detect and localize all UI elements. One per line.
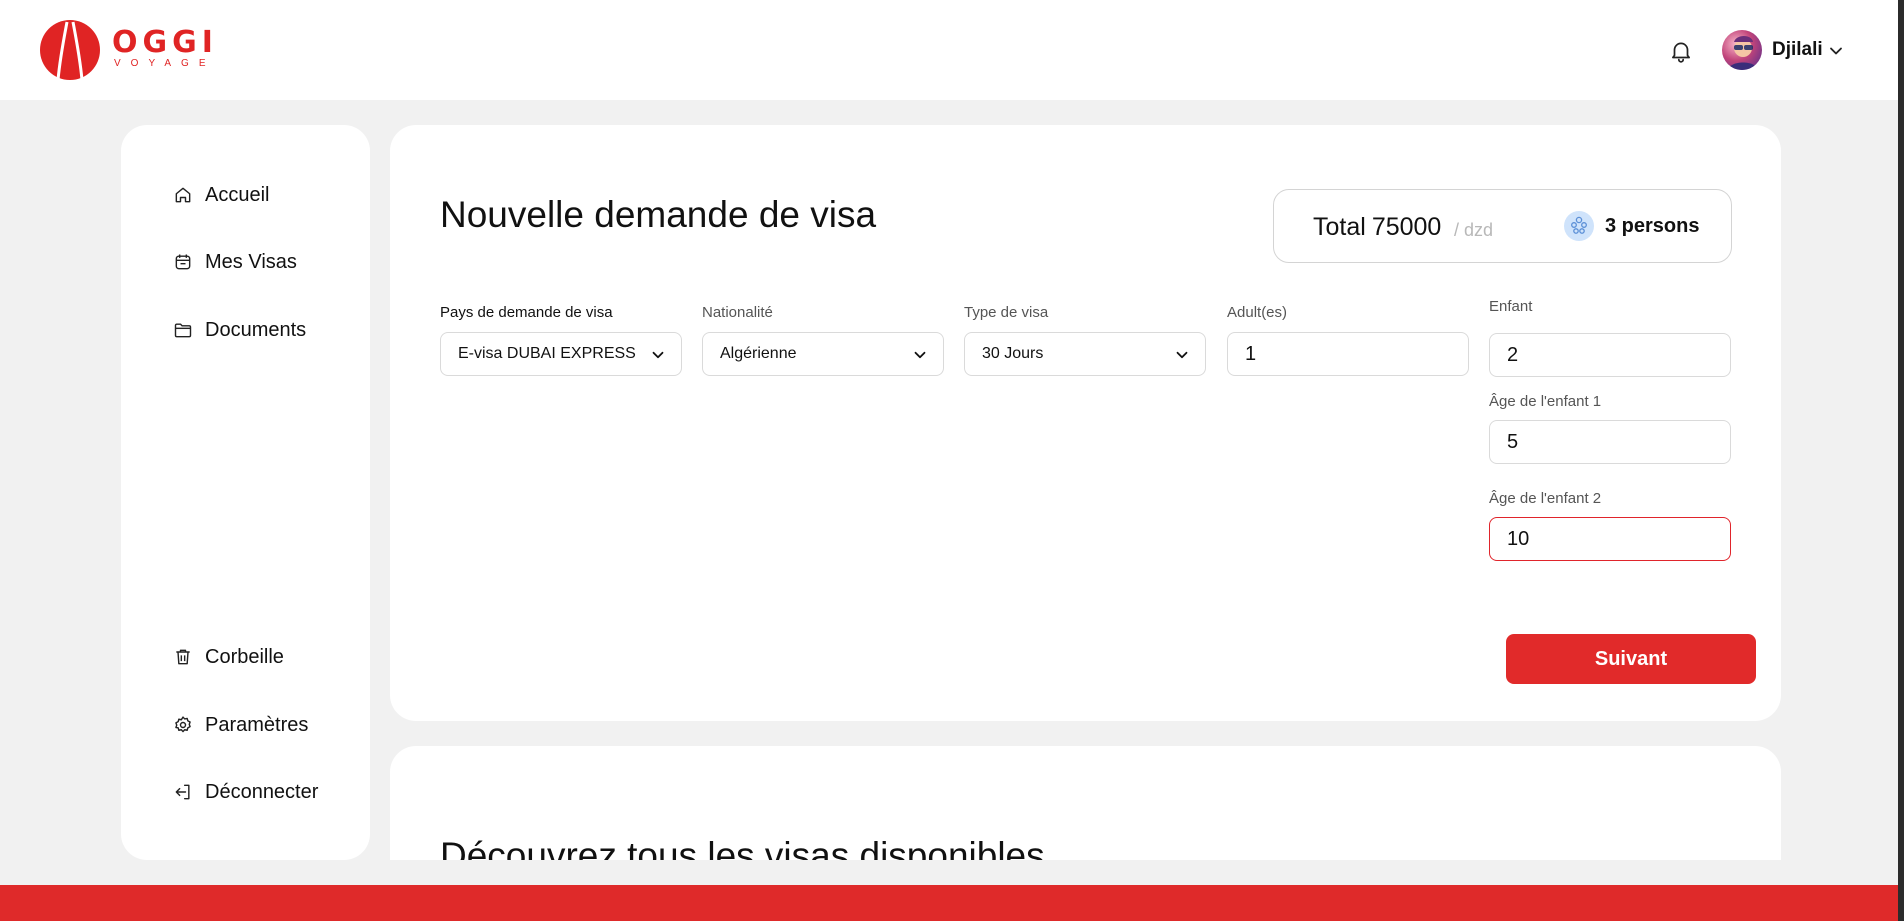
- nationality-value: Algérienne: [720, 345, 797, 362]
- sidebar-item-parametres[interactable]: Paramètres: [173, 710, 308, 740]
- sidebar-item-label: Paramètres: [205, 713, 309, 736]
- gear-icon: [175, 716, 191, 733]
- persons-count: 3 persons: [1605, 215, 1700, 237]
- adults-input[interactable]: 1: [1227, 332, 1469, 376]
- brand-name: OGGI: [112, 25, 218, 60]
- nationality-label: Nationalité: [702, 304, 773, 321]
- children-input[interactable]: 2: [1489, 333, 1731, 377]
- brand-subtitle: VOYAGE: [114, 58, 216, 69]
- page-title: Nouvelle demande de visa: [440, 194, 877, 235]
- window-edge: [1898, 0, 1904, 921]
- adults-label: Adult(es): [1227, 304, 1288, 321]
- people-icon: [1564, 211, 1594, 241]
- calendar-icon: [175, 254, 191, 270]
- sidebar: Accueil Mes Visas Documents Corbeille Pa…: [121, 125, 370, 860]
- sidebar-item-accueil[interactable]: Accueil: [173, 180, 269, 210]
- children-label: Enfant: [1489, 298, 1533, 315]
- sidebar-item-corbeille[interactable]: Corbeille: [173, 642, 284, 672]
- total-label: Total: [1313, 213, 1366, 241]
- country-select[interactable]: E-visa DUBAI EXPRESS: [440, 332, 682, 376]
- child-2-age-label: Âge de l'enfant 2: [1489, 490, 1602, 507]
- bell-icon[interactable]: [1668, 38, 1694, 64]
- country-value: E-visa DUBAI EXPRESS: [458, 345, 636, 362]
- sidebar-item-documents[interactable]: Documents: [173, 315, 306, 345]
- child-1-age-label: Âge de l'enfant 1: [1489, 393, 1602, 410]
- brand-logo[interactable]: OGGI VOYAGE: [38, 18, 218, 82]
- top-header: OGGI VOYAGE Djilali: [0, 0, 1904, 100]
- nationality-select[interactable]: Algérienne: [702, 332, 944, 376]
- sidebar-item-mes-visas[interactable]: Mes Visas: [173, 247, 297, 277]
- chevron-down-icon: [914, 351, 926, 359]
- available-visas-section: Découvrez tous les visas disponibles: [390, 746, 1781, 860]
- country-label: Pays de demande de visa: [440, 304, 613, 321]
- child-1-age-input[interactable]: 5: [1489, 420, 1731, 464]
- trash-icon: [176, 649, 190, 665]
- child-2-age-input[interactable]: 10: [1489, 517, 1731, 561]
- sidebar-item-label: Déconnecter: [205, 780, 319, 803]
- sidebar-item-deconnecter[interactable]: Déconnecter: [173, 777, 318, 807]
- total-unit: / dzd: [1454, 220, 1494, 240]
- visa-type-label: Type de visa: [964, 304, 1049, 321]
- chevron-down-icon[interactable]: [1826, 41, 1846, 61]
- visa-type-select[interactable]: 30 Jours: [964, 332, 1206, 376]
- avatar[interactable]: [1722, 30, 1762, 70]
- total-text: Total 75000: [1313, 213, 1441, 242]
- section-title: Découvrez tous les visas disponibles: [440, 835, 1045, 860]
- sidebar-item-label: Mes Visas: [205, 250, 297, 273]
- sidebar-item-label: Accueil: [205, 183, 270, 206]
- chevron-down-icon: [1176, 351, 1188, 359]
- folder-icon: [174, 323, 192, 338]
- next-button[interactable]: Suivant: [1506, 634, 1756, 684]
- user-name[interactable]: Djilali: [1772, 39, 1823, 61]
- total-amount: 75000: [1371, 213, 1442, 241]
- home-icon: [175, 187, 191, 203]
- sidebar-item-label: Corbeille: [205, 645, 284, 668]
- visa-type-value: 30 Jours: [982, 345, 1044, 362]
- footer-bar: [0, 885, 1904, 921]
- logout-icon: [175, 784, 190, 800]
- total-summary: Total 75000 / dzd 3 persons: [1273, 189, 1732, 263]
- chevron-down-icon: [652, 351, 664, 359]
- visa-request-card: Nouvelle demande de visa Total 75000 / dz…: [390, 125, 1781, 721]
- arch-logo-icon: [40, 20, 100, 81]
- sidebar-item-label: Documents: [205, 318, 307, 341]
